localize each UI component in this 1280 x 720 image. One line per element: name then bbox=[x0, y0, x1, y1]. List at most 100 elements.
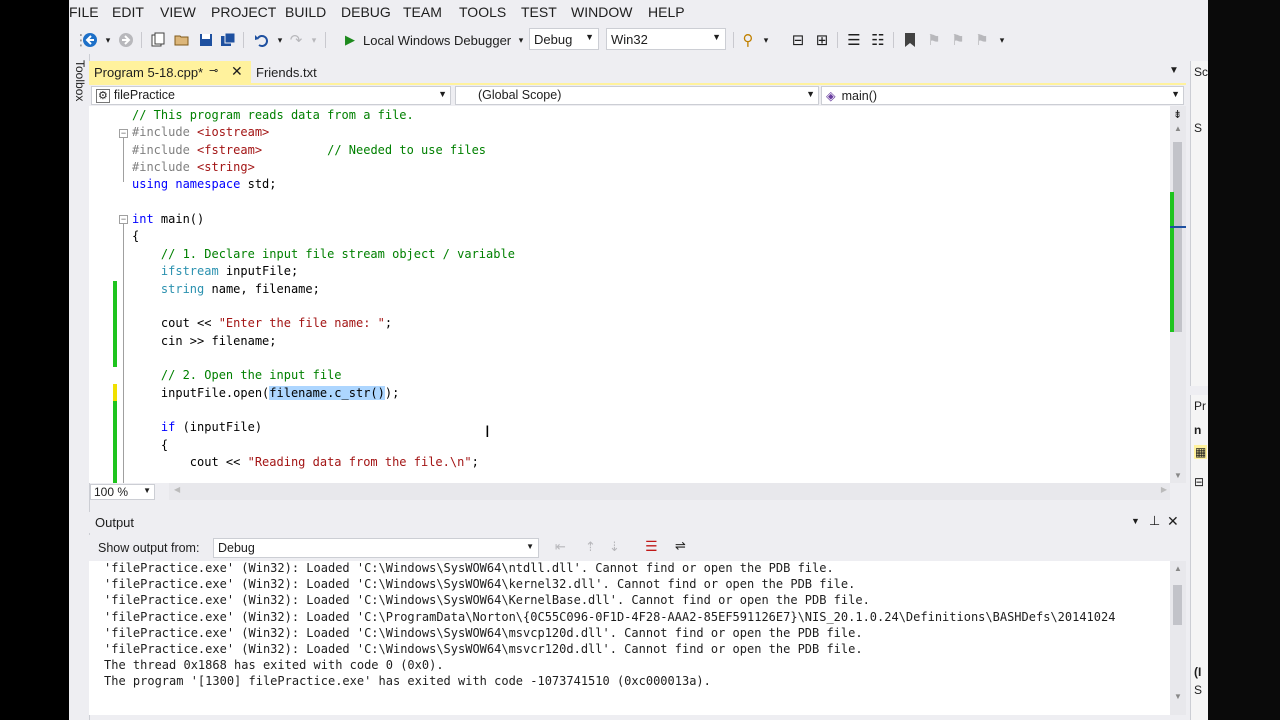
code-line[interactable]: string name, filename; bbox=[132, 281, 320, 298]
menu-test[interactable]: TEST bbox=[521, 4, 557, 20]
menu-build[interactable]: BUILD bbox=[285, 4, 326, 20]
menu-help[interactable]: HELP bbox=[648, 4, 685, 20]
increase-indent-icon[interactable]: ☷ bbox=[869, 31, 887, 49]
member-dropdown[interactable]: ◈ main() ▼ bbox=[821, 86, 1184, 105]
open-file-icon[interactable] bbox=[173, 31, 191, 49]
scrollbar-thumb[interactable] bbox=[1173, 585, 1182, 625]
debugger-dropdown-icon[interactable]: ▾ bbox=[512, 31, 530, 49]
previous-message-icon[interactable]: ⇡ bbox=[585, 539, 596, 555]
window-position-icon[interactable]: ▼ bbox=[1131, 516, 1140, 526]
toolbox-label[interactable]: Toolbox bbox=[73, 60, 87, 101]
solution-explorer-panel[interactable]: Sc S bbox=[1190, 61, 1208, 386]
menu-view[interactable]: VIEW bbox=[160, 4, 196, 20]
code-line[interactable]: #include <string> bbox=[132, 159, 255, 176]
code-line[interactable]: #include <iostream> bbox=[132, 124, 269, 141]
bookmark-icon[interactable] bbox=[901, 31, 919, 49]
close-icon[interactable]: ✕ bbox=[231, 63, 243, 80]
menu-team[interactable]: TEAM bbox=[403, 4, 442, 20]
toolbox-strip[interactable]: Toolbox bbox=[69, 54, 90, 720]
menu-file[interactable]: FILE bbox=[69, 4, 99, 20]
code-line[interactable]: cin >> filename; bbox=[132, 333, 277, 350]
code-line[interactable]: // 1. Declare input file stream object /… bbox=[132, 246, 515, 263]
toolbar-overflow-icon[interactable]: ▾ bbox=[993, 31, 1011, 49]
code-token: inputFile.open( bbox=[132, 385, 270, 400]
pin-icon[interactable]: ⊸ bbox=[209, 64, 218, 77]
save-icon[interactable] bbox=[197, 31, 215, 49]
project-value: filePractice bbox=[113, 88, 176, 102]
prev-bookmark-icon[interactable]: ⚑ bbox=[925, 31, 943, 49]
menu-edit[interactable]: EDIT bbox=[112, 4, 144, 20]
decrease-indent-icon[interactable]: ☰ bbox=[845, 31, 863, 49]
scrollbar-thumb[interactable] bbox=[1173, 142, 1182, 332]
code-line[interactable]: cout << "Enter the file name: "; bbox=[132, 315, 392, 332]
next-bookmark-icon[interactable]: ⚑ bbox=[949, 31, 967, 49]
save-all-icon[interactable] bbox=[219, 31, 237, 49]
menu-window[interactable]: WINDOW bbox=[571, 4, 632, 20]
editor-vertical-scrollbar[interactable]: ⇟ ▲ ▼ bbox=[1170, 106, 1186, 483]
menu-tools[interactable]: TOOLS bbox=[459, 4, 506, 20]
code-line[interactable]: { bbox=[132, 437, 168, 454]
code-line[interactable]: { bbox=[132, 228, 139, 245]
platform-dropdown[interactable]: Win32 ▼ bbox=[606, 28, 726, 50]
code-line[interactable]: #include <fstream> // Needed to use file… bbox=[132, 142, 486, 159]
find-in-files-icon[interactable]: ⚲ bbox=[739, 31, 757, 49]
project-dropdown[interactable]: ⚙ filePractice ▼ bbox=[91, 86, 451, 105]
clear-all-icon[interactable]: ☰ bbox=[645, 538, 658, 555]
collapse-icon[interactable]: ⊟ bbox=[1194, 475, 1204, 489]
word-wrap-icon[interactable]: ⇌ bbox=[675, 538, 686, 554]
find-message-icon[interactable]: ⇤ bbox=[555, 539, 566, 555]
code-token: ; bbox=[471, 455, 479, 469]
menu-debug[interactable]: DEBUG bbox=[341, 4, 391, 20]
next-message-icon[interactable]: ⇣ bbox=[609, 539, 620, 555]
collapse-include-icon[interactable]: − bbox=[119, 129, 128, 138]
categorized-icon[interactable]: ▦ bbox=[1194, 445, 1208, 459]
undo-icon[interactable] bbox=[253, 31, 271, 49]
collapse-main-icon[interactable]: − bbox=[119, 215, 128, 224]
pin-icon[interactable]: ⊥ bbox=[1149, 513, 1160, 529]
code-line[interactable]: cout << "Reading data from the file.\n"; bbox=[132, 454, 479, 471]
configuration-dropdown[interactable]: Debug ▼ bbox=[529, 28, 599, 50]
run-debugger-button[interactable]: Local Windows Debugger bbox=[363, 33, 511, 48]
close-icon[interactable]: ✕ bbox=[1167, 513, 1179, 530]
comment-icon[interactable]: ⊟ bbox=[789, 31, 807, 49]
output-text-area[interactable]: 'filePractice.exe' (Win32): Loaded 'C:\W… bbox=[89, 561, 1170, 715]
back-dropdown-icon[interactable]: ▾ bbox=[99, 31, 117, 49]
scroll-right-icon[interactable]: ▶ bbox=[1161, 485, 1167, 494]
scroll-left-icon[interactable]: ◀ bbox=[174, 485, 180, 494]
forward-icon[interactable] bbox=[117, 31, 135, 49]
code-editor[interactable]: − − I // This program reads data from a … bbox=[89, 106, 1170, 483]
clear-bookmarks-icon[interactable]: ⚑ bbox=[973, 31, 991, 49]
output-vertical-scrollbar[interactable]: ▲ ▼ bbox=[1170, 561, 1186, 715]
scope-value: (Global Scope) bbox=[478, 88, 562, 102]
tab-program-5-18[interactable]: Program 5-18.cpp* ⊸ ✕ bbox=[89, 61, 251, 83]
code-line[interactable]: // This program reads data from a file. bbox=[132, 107, 414, 124]
scroll-up-icon[interactable]: ▲ bbox=[1174, 124, 1182, 133]
scroll-down-icon[interactable]: ▼ bbox=[1174, 471, 1182, 480]
split-icon[interactable]: ⇟ bbox=[1173, 108, 1182, 121]
toolbar-separator bbox=[893, 32, 894, 48]
tab-list-dropdown-icon[interactable]: ▼ bbox=[1169, 65, 1179, 76]
uncomment-icon[interactable]: ⊞ bbox=[813, 31, 831, 49]
toolbar-overflow-icon[interactable]: ▾ bbox=[757, 31, 775, 49]
menu-project[interactable]: PROJECT bbox=[211, 4, 276, 20]
code-line[interactable]: // 2. Open the input file bbox=[132, 367, 342, 384]
output-source-dropdown[interactable]: Debug ▼ bbox=[213, 538, 539, 558]
code-line[interactable]: if (inputFile) bbox=[132, 419, 262, 436]
zoom-dropdown[interactable]: 100 % ▼ bbox=[90, 484, 155, 500]
back-icon[interactable] bbox=[81, 31, 99, 49]
tab-friends-txt[interactable]: Friends.txt bbox=[251, 61, 356, 83]
document-tabs: Program 5-18.cpp* ⊸ ✕ Friends.txt ▼ bbox=[89, 61, 1186, 83]
code-line[interactable]: using namespace std; bbox=[132, 176, 277, 193]
new-project-icon[interactable] bbox=[149, 31, 167, 49]
scope-dropdown[interactable]: (Global Scope) ▼ bbox=[455, 86, 819, 105]
properties-panel[interactable]: Pr n ▦ ⊟ (I S bbox=[1190, 395, 1208, 720]
start-debugging-icon[interactable]: ▶ bbox=[341, 31, 359, 49]
code-line[interactable]: inputFile.open(filename.c_str()); bbox=[132, 385, 399, 402]
code-line[interactable]: ifstream inputFile; bbox=[132, 263, 298, 280]
redo-icon[interactable]: ↷ bbox=[287, 31, 305, 49]
scroll-up-icon[interactable]: ▲ bbox=[1174, 564, 1182, 573]
editor-horizontal-scrollbar[interactable]: ◀ ▶ bbox=[169, 483, 1170, 500]
redo-dropdown-icon[interactable]: ▾ bbox=[305, 31, 323, 49]
code-line[interactable]: int main() bbox=[132, 211, 204, 228]
scroll-down-icon[interactable]: ▼ bbox=[1174, 692, 1182, 701]
